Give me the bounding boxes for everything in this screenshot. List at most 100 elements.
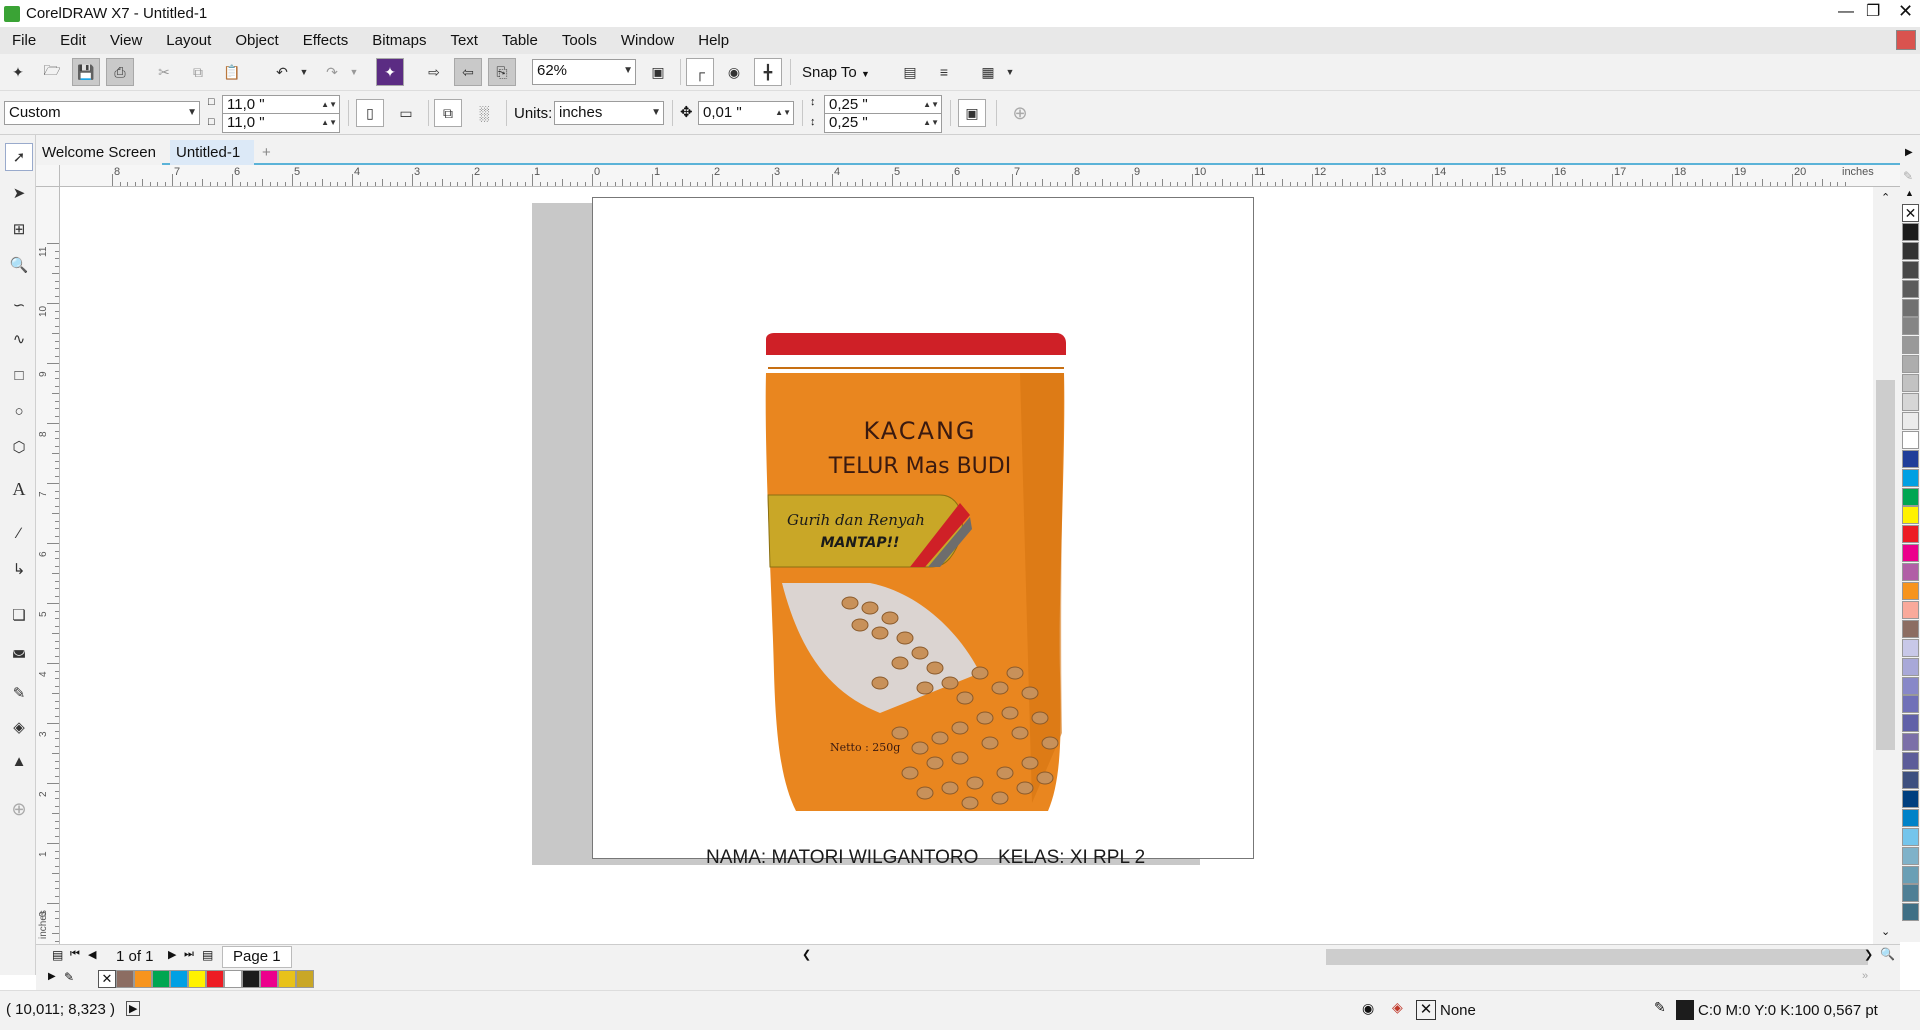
portrait-icon[interactable]: ▯ xyxy=(356,99,384,127)
palette-swatch[interactable] xyxy=(1902,222,1919,241)
previous-page-icon[interactable]: ◀ xyxy=(88,948,96,961)
palette-swatch[interactable] xyxy=(1902,393,1919,411)
scroll-up-icon[interactable]: ⌃ xyxy=(1881,191,1890,204)
spinner-icon[interactable]: ▲▼ xyxy=(321,96,337,114)
ruler-origin[interactable] xyxy=(36,165,60,187)
fill-none-swatch[interactable]: ✕ xyxy=(1416,1000,1436,1020)
landscape-icon[interactable]: ▭ xyxy=(392,99,420,127)
spinner-icon[interactable]: ▲▼ xyxy=(775,102,791,124)
interactive-fill-icon[interactable]: ◈ xyxy=(5,713,33,741)
palette-swatch[interactable] xyxy=(1902,846,1919,865)
zoom-navigator-icon[interactable]: 🔍 xyxy=(1880,947,1895,961)
minimize-button[interactable]: — xyxy=(1838,3,1854,21)
menu-edit[interactable]: Edit xyxy=(48,27,98,54)
palette-swatch[interactable] xyxy=(1902,317,1919,336)
caption-name[interactable]: NAMA: MATORI WILGANTORO xyxy=(706,847,978,869)
nudge-distance-field[interactable]: 0,01 " ▲▼ xyxy=(698,101,794,125)
add-page-after-icon[interactable]: ▤ xyxy=(202,948,213,962)
undo-dropdown-icon[interactable]: ▼ xyxy=(290,58,318,86)
welcome-screen-icon[interactable]: ▤ xyxy=(896,58,924,86)
import-icon[interactable]: ⇨ xyxy=(420,58,448,86)
palette-swatch[interactable] xyxy=(1902,411,1919,430)
palette-swatch[interactable] xyxy=(1902,884,1919,903)
document-palette-swatch[interactable] xyxy=(278,970,296,988)
spinner-icon[interactable]: ▲▼ xyxy=(321,114,337,132)
color-eyedropper-icon[interactable]: ✎ xyxy=(5,679,33,707)
polygon-tool-icon[interactable]: ⬡ xyxy=(5,433,33,461)
zoom-tool-icon[interactable]: 🔍 xyxy=(5,251,33,279)
drop-shadow-icon[interactable]: ❏ xyxy=(5,601,33,629)
palette-swatch[interactable] xyxy=(1902,903,1919,922)
quick-customize-icon[interactable]: ⊕ xyxy=(1006,99,1034,127)
palette-swatch[interactable] xyxy=(1902,789,1919,808)
tab-untitled-1[interactable]: Untitled-1 xyxy=(170,140,254,165)
outline-color-swatch[interactable] xyxy=(1676,1000,1694,1020)
document-palette-swatch[interactable] xyxy=(260,970,278,988)
vertical-ruler[interactable]: 11 10 9 8 7 6 5 4 3 2 1 0 inches xyxy=(36,187,60,957)
shape-tool-icon[interactable]: ➤ xyxy=(5,179,33,207)
menu-tools[interactable]: Tools xyxy=(550,27,609,54)
document-palette-eyedropper-icon[interactable]: ✎ xyxy=(64,970,74,984)
document-palette-swatch[interactable] xyxy=(242,970,260,988)
palette-swatch[interactable] xyxy=(1902,544,1919,563)
new-document-icon[interactable]: ✦ xyxy=(4,58,32,86)
copy-icon[interactable]: ⧉ xyxy=(184,58,212,86)
hscroll-left-icon[interactable]: ❮ xyxy=(802,948,811,961)
horizontal-scroll-thumb[interactable] xyxy=(1326,949,1868,965)
paste-icon[interactable]: 📋 xyxy=(218,58,246,86)
options-icon[interactable]: ≡ xyxy=(930,58,958,86)
palette-swatch[interactable] xyxy=(1902,241,1919,260)
palette-swatch[interactable] xyxy=(1902,714,1919,733)
palette-swatch[interactable] xyxy=(1902,771,1919,789)
palette-swatch[interactable] xyxy=(1902,336,1919,355)
duplicate-distance-y-field[interactable]: 0,25 " ▲▼ xyxy=(824,113,942,133)
add-page-before-icon[interactable]: ▤ xyxy=(52,948,63,962)
palette-swatch[interactable] xyxy=(1902,865,1919,884)
palette-swatch[interactable] xyxy=(1902,695,1919,714)
current-page-icon[interactable]: ░ xyxy=(470,99,498,127)
menu-table[interactable]: Table xyxy=(490,27,550,54)
page-width-field[interactable]: 11,0 " ▲▼ xyxy=(222,95,340,115)
palette-swatch[interactable] xyxy=(1902,808,1919,827)
palette-swatch[interactable] xyxy=(1902,582,1919,600)
color-picker-icon[interactable]: ✎ xyxy=(1903,169,1913,183)
palette-swatch[interactable] xyxy=(1902,260,1919,279)
document-palette-swatch[interactable] xyxy=(116,970,134,988)
parallel-dimension-icon[interactable]: ∕ xyxy=(5,519,33,547)
document-palette-swatch[interactable] xyxy=(134,970,152,988)
save-icon[interactable]: 💾 xyxy=(72,58,100,86)
vertical-scroll-thumb[interactable] xyxy=(1876,380,1895,750)
palette-swatch[interactable] xyxy=(1902,506,1919,525)
palette-swatch[interactable] xyxy=(1902,279,1919,298)
document-palette-swatch[interactable] xyxy=(296,970,314,988)
maximize-button[interactable]: ❐ xyxy=(1866,1,1880,21)
document-palette-swatch[interactable] xyxy=(206,970,224,988)
palette-swatch[interactable] xyxy=(1902,430,1919,449)
page-height-field[interactable]: 11,0 " ▲▼ xyxy=(222,113,340,133)
status-expand-icon[interactable]: ▶ xyxy=(126,1001,141,1016)
palette-swatch[interactable] xyxy=(1902,600,1919,619)
spinner-icon[interactable]: ▲▼ xyxy=(923,96,939,114)
treat-as-filled-icon[interactable]: ▣ xyxy=(958,99,986,127)
redo-dropdown-icon[interactable]: ▼ xyxy=(340,58,368,86)
add-tab-icon[interactable]: + xyxy=(256,140,277,165)
units-select[interactable]: inches ▼ xyxy=(554,101,664,125)
document-palette-swatch[interactable] xyxy=(170,970,188,988)
cut-icon[interactable]: ✂ xyxy=(150,58,178,86)
menu-bitmaps[interactable]: Bitmaps xyxy=(360,27,438,54)
drawing-canvas[interactable]: KACANG TELUR Mas BUDI Gurih dan Renyah M… xyxy=(60,187,1900,944)
publish-pdf-icon[interactable]: ⎘ xyxy=(488,58,516,86)
palette-swatch[interactable] xyxy=(1902,298,1919,317)
palette-swatch[interactable] xyxy=(1902,563,1919,582)
expand-dockers-icon[interactable]: ▶ xyxy=(1905,147,1913,158)
duplicate-distance-x-field[interactable]: 0,25 " ▲▼ xyxy=(824,95,942,115)
color-proofing-icon[interactable]: ◉ xyxy=(1362,1000,1374,1017)
ellipse-tool-icon[interactable]: ○ xyxy=(5,397,33,425)
smart-fill-icon[interactable]: ▲ xyxy=(5,747,33,775)
zoom-level-select[interactable]: 62% ▼ xyxy=(532,59,636,85)
page-preset-select[interactable]: Custom ▼ xyxy=(4,101,200,125)
menu-text[interactable]: Text xyxy=(438,27,490,54)
palette-swatch[interactable] xyxy=(1902,449,1919,468)
menu-layout[interactable]: Layout xyxy=(154,27,223,54)
palette-swatch[interactable] xyxy=(1902,619,1919,638)
